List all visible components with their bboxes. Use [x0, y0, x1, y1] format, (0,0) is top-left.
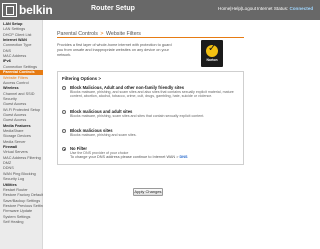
- dns-note: To change your DNS address please contin…: [70, 155, 188, 159]
- sidebar-item-ddns[interactable]: DDNS: [0, 166, 43, 171]
- sidebar-item-self-healing[interactable]: Self Healing: [0, 220, 43, 225]
- sidebar-item-dns[interactable]: DNS: [0, 49, 43, 54]
- sidebar-item-dhcp-client-list[interactable]: DHCP Client List: [0, 33, 43, 38]
- dns-note-text: To change your DNS address please contin…: [70, 155, 179, 159]
- sidebar-heading-wireless: Wireless: [3, 86, 19, 91]
- intro-text: Provides a first layer of whole-home int…: [57, 43, 172, 57]
- sidebar-item-mac-address-filtering[interactable]: MAC Address Filtering: [0, 156, 43, 161]
- sidebar-heading-media-features: Media Features: [3, 123, 31, 128]
- belkin-logo[interactable]: belkin: [2, 3, 57, 17]
- internet-status-label: Internet Status:: [257, 6, 289, 11]
- sidebar-item-security[interactable]: Security: [0, 97, 43, 102]
- top-header-bar: belkin Router Setup Home|Help|Logout Int…: [0, 0, 320, 20]
- sidebar-item-restore-factory-defaults[interactable]: Restore Factory Defaults: [0, 193, 43, 198]
- sidebar-item-system-settings[interactable]: System Settings: [0, 215, 43, 220]
- sidebar-item-virtual-servers[interactable]: Virtual Servers: [0, 150, 43, 155]
- sidebar-item-wan-ping-blocking[interactable]: WAN Ping Blocking: [0, 172, 43, 177]
- main-content: Parental Controls > Website Filters Prov…: [44, 20, 320, 249]
- norton-badge: Norton: [201, 40, 223, 67]
- sidebar-item-access-control[interactable]: Access Control: [0, 81, 43, 86]
- sidebar-item-restart-router[interactable]: Restart Router: [0, 188, 43, 193]
- sidebar-item-storage-devices[interactable]: Storage Devices: [0, 134, 43, 139]
- top-links[interactable]: Home|Help|Logout: [218, 6, 256, 11]
- sidebar-item-mediashare[interactable]: MediaShare: [0, 129, 43, 134]
- internet-status: Internet Status: Connected: [257, 6, 313, 11]
- sidebar-item-guest-access[interactable]: Guest Access: [0, 118, 43, 123]
- norton-label: Norton: [206, 58, 218, 62]
- sidebar-item-mac-address[interactable]: MAC Address: [0, 54, 43, 59]
- filter-option-radio[interactable]: [62, 110, 66, 114]
- apply-changes-button[interactable]: Apply Changes: [133, 188, 163, 196]
- page-title: Router Setup: [91, 5, 135, 12]
- sidebar-item-security-log[interactable]: Security Log: [0, 177, 43, 182]
- filter-option-description: Blocks malware, phishing, and scam sites…: [70, 90, 234, 99]
- sidebar-item-lan-settings[interactable]: LAN Settings: [0, 27, 43, 32]
- internet-status-value: Connected: [289, 6, 314, 11]
- sidebar-heading-utilities: Utilities: [3, 182, 17, 187]
- sidebar-item-restore-previous-settings[interactable]: Restore Previous Settings: [0, 204, 43, 209]
- norton-checkmark-icon: [206, 43, 218, 57]
- sidebar-item-wi-fi-protected-setup[interactable]: Wi-Fi Protected Setup: [0, 108, 43, 113]
- sidebar-item-connection-settings[interactable]: Connection Settings: [0, 65, 43, 70]
- filter-option-description: Blocks malware, phishing, scam sites and…: [70, 114, 205, 118]
- filtering-options-title: Filtering Options >: [62, 76, 101, 81]
- sidebar-item-guest-access[interactable]: Guest Access: [0, 102, 43, 107]
- filter-option-radio[interactable]: [62, 147, 66, 151]
- sidebar-item-dmz[interactable]: DMZ: [0, 161, 43, 166]
- filter-option-description: Blocks malware, phishing and scam sites.: [70, 133, 137, 137]
- sidebar-heading-internet-wan: Internet WAN: [3, 38, 27, 43]
- sidebar-heading-lan-setup: LAN Setup: [3, 22, 23, 26]
- sidebar-item-parental-controls[interactable]: Parental Controls: [0, 70, 43, 76]
- filter-option-radio[interactable]: [62, 129, 66, 133]
- logo-text: belkin: [19, 3, 53, 17]
- header-divider: [57, 37, 244, 38]
- dns-link[interactable]: DNS: [180, 155, 188, 159]
- sidebar-item-media-server[interactable]: Media Server: [0, 140, 43, 145]
- sidebar-item-save-backup-settings[interactable]: Save/Backup Settings: [0, 199, 43, 204]
- sidebar-item-connection-type[interactable]: Connection Type: [0, 43, 43, 48]
- filtering-options-panel: Filtering Options > Block Malicious, Adu…: [57, 71, 244, 165]
- sidebar-heading-ipv6: IPv6: [3, 59, 11, 64]
- sidebar-item-firmware-update[interactable]: Firmware Update: [0, 209, 43, 214]
- sidebar-item-website-filters[interactable]: Website Filters: [0, 76, 43, 81]
- sidebar-nav: LAN Setup LAN Settings DHCP Client List Int…: [0, 20, 43, 249]
- sidebar-item-guest-access[interactable]: Guest Access: [0, 113, 43, 118]
- filter-option-radio[interactable]: [62, 86, 66, 90]
- sidebar-heading-firewall: Firewall: [3, 145, 18, 150]
- sidebar-item-channel-and-ssid[interactable]: Channel and SSID: [0, 92, 43, 97]
- logo-mark-icon: [2, 3, 17, 17]
